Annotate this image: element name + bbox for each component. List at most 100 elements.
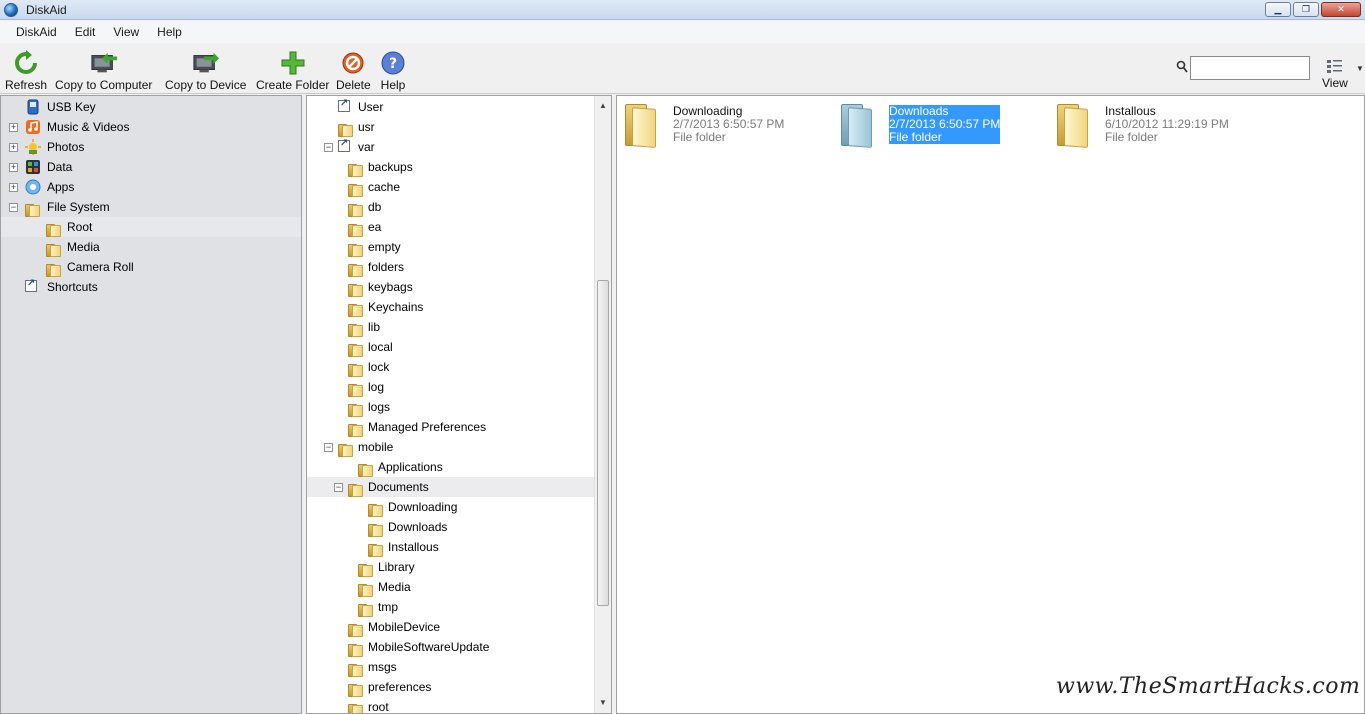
tree-item[interactable]: Installous [307,537,595,557]
expand-icon[interactable]: + [9,183,18,192]
scrollbar-thumb[interactable] [597,280,609,606]
tree-item[interactable]: keybags [307,277,595,297]
collapse-icon[interactable]: − [334,483,343,492]
tree-item[interactable]: db [307,197,595,217]
tree-item[interactable]: MobileSoftwareUpdate [307,637,595,657]
menu-view[interactable]: View [105,25,147,39]
copy-to-device-button[interactable]: Copy to Device [165,50,246,92]
sidebar-item-label: Media [67,240,100,254]
folder-icon [839,104,873,148]
tree-item[interactable]: Media [307,577,595,597]
tree-item[interactable]: − mobile [307,437,595,457]
tree-item[interactable]: msgs [307,657,595,677]
view-dropdown-icon[interactable]: ▼ [1356,64,1364,73]
menu-diskaid[interactable]: DiskAid [8,25,65,39]
collapse-icon[interactable]: − [324,143,333,152]
collapse-icon[interactable]: − [324,443,333,452]
file-item-text: Downloads 2/7/2013 6:50:57 PM File folde… [889,105,1001,144]
expand-icon[interactable]: + [9,143,18,152]
tree-item[interactable]: − var [307,137,595,157]
scroll-down-icon[interactable]: ▼ [595,695,611,711]
refresh-button[interactable]: Refresh [5,50,47,92]
menu-edit[interactable]: Edit [67,25,104,39]
tree-item[interactable]: Keychains [307,297,595,317]
sidebar-item-file-system[interactable]: − File System [1,197,301,217]
tree-item-label: log [368,380,385,394]
tree-item[interactable]: root [307,697,595,714]
folder-icon [358,583,374,597]
tree-item[interactable]: cache [307,177,595,197]
tree-scrollbar[interactable]: ▲ ▼ [594,96,611,713]
maximize-button[interactable]: ❐ [1293,2,1319,17]
folder-icon [46,263,62,277]
sidebar-item-music-videos[interactable]: + Music & Videos [1,117,301,137]
window-controls: ▁ ❐ ✕ [1265,2,1361,17]
tree-item[interactable]: Managed Preferences [307,417,595,437]
tree-item-label: Media [378,580,411,594]
search-input[interactable] [1190,56,1310,80]
tree-item[interactable]: Downloading [307,497,595,517]
tree-item[interactable]: log [307,377,595,397]
folder-icon [46,243,62,257]
tree-item[interactable]: preferences [307,677,595,697]
folder-icon [348,423,364,437]
file-item-downloading[interactable]: Downloading 2/7/2013 6:50:57 PM File fol… [623,104,823,152]
expand-icon[interactable]: + [9,123,18,132]
sidebar-item-label: Apps [47,180,75,194]
folder-icon [348,183,364,197]
tree-item[interactable]: tmp [307,597,595,617]
copy-to-computer-button[interactable]: Copy to Computer [55,50,152,92]
view-button[interactable]: View [1322,58,1348,90]
tree-item[interactable]: MobileDevice [307,617,595,637]
minimize-button[interactable]: ▁ [1265,2,1291,17]
tree-item[interactable]: lib [307,317,595,337]
sidebar-item-usb-key[interactable]: USB Key [1,97,301,117]
folder-icon [348,243,364,257]
folder-icon [348,283,364,297]
tree-item[interactable]: usr [307,117,595,137]
close-button[interactable]: ✕ [1321,2,1361,17]
copy-to-device-label: Copy to Device [165,78,247,92]
tree-item[interactable]: Applications [307,457,595,477]
file-item-installous[interactable]: Installous 6/10/2012 11:29:19 PM File fo… [1055,104,1255,152]
sidebar: USB Key + Music & Videos + Photos + Data… [0,95,302,714]
delete-icon [339,50,367,76]
sidebar-item-data[interactable]: + Data [1,157,301,177]
sidebar-item-media[interactable]: Media [1,237,301,257]
collapse-icon[interactable]: − [9,203,18,212]
sidebar-item-shortcuts[interactable]: Shortcuts [1,277,301,297]
create-folder-button[interactable]: Create Folder [256,50,329,92]
file-item-downloads[interactable]: Downloads 2/7/2013 6:50:57 PM File folde… [839,104,1039,152]
sidebar-item-photos[interactable]: + Photos [1,137,301,157]
create-folder-label: Create Folder [256,78,330,92]
tree-item[interactable]: local [307,337,595,357]
tree-item[interactable]: lock [307,357,595,377]
tree-item[interactable]: Library [307,557,595,577]
tree-item[interactable]: logs [307,397,595,417]
tree-item[interactable]: User [307,97,595,117]
folder-icon [348,643,364,657]
delete-button[interactable]: Delete [336,50,371,92]
usb-key-icon [27,99,39,115]
tree-item[interactable]: empty [307,237,595,257]
tree-item[interactable]: − Documents [307,477,595,497]
expand-icon[interactable]: + [9,163,18,172]
menu-help[interactable]: Help [149,25,190,39]
tree-item-label: Downloading [388,500,458,514]
tree-item[interactable]: ea [307,217,595,237]
tree-item[interactable]: folders [307,257,595,277]
copy-to-computer-label: Copy to Computer [55,78,153,92]
tree-item-label: root [368,700,389,714]
folder-icon [348,203,364,217]
scroll-up-icon[interactable]: ▲ [595,98,611,114]
copy-to-computer-icon [90,50,118,76]
help-button[interactable]: ? Help [379,50,407,92]
sidebar-item-root[interactable]: Root [1,217,301,237]
sidebar-item-apps[interactable]: + Apps [1,177,301,197]
folder-icon [348,343,364,357]
sidebar-item-camera-roll[interactable]: Camera Roll [1,257,301,277]
tree-item[interactable]: Downloads [307,517,595,537]
tree-item[interactable]: backups [307,157,595,177]
folder-icon [348,403,364,417]
svg-text:?: ? [389,56,397,72]
